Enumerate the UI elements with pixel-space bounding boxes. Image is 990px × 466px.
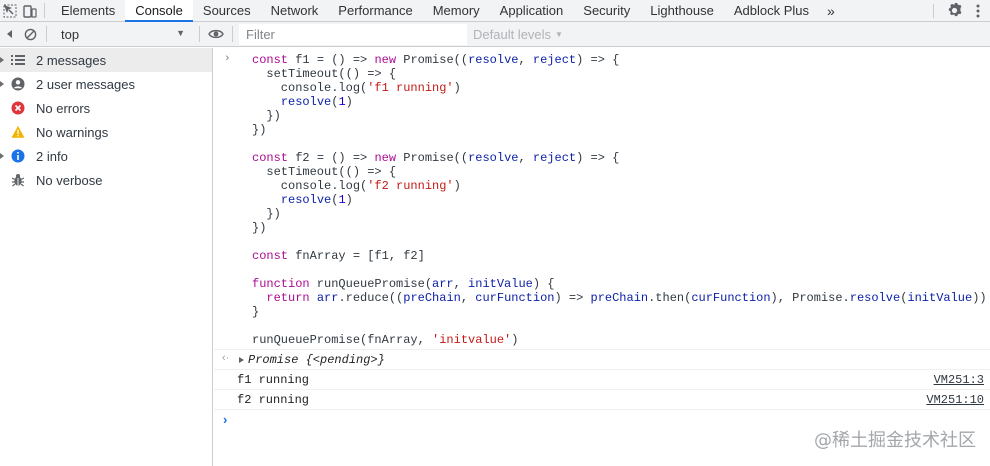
tabbar-right-controls bbox=[933, 0, 990, 21]
device-toolbar-icon[interactable] bbox=[20, 0, 40, 21]
console-input-echo: › const f1 = () => new Promise((resolve,… bbox=[214, 48, 990, 350]
log-row: f2 running VM251:10 bbox=[214, 390, 990, 410]
sidebar-item-warnings[interactable]: No warnings bbox=[0, 120, 212, 144]
watermark: @稀土掘金技术社区 bbox=[814, 430, 976, 451]
tab-network[interactable]: Network bbox=[261, 0, 329, 21]
tabbar-separator bbox=[44, 3, 45, 18]
settings-gear-icon[interactable] bbox=[942, 3, 966, 18]
info-icon bbox=[11, 149, 25, 163]
caret-down-icon: ▼ bbox=[176, 27, 185, 38]
console-output[interactable]: › const f1 = () => new Promise((resolve,… bbox=[214, 48, 990, 466]
tab-sources[interactable]: Sources bbox=[193, 0, 261, 21]
tab-lighthouse[interactable]: Lighthouse bbox=[640, 0, 724, 21]
expand-arrow-icon[interactable] bbox=[0, 153, 4, 159]
tab-performance[interactable]: Performance bbox=[328, 0, 422, 21]
inspect-element-icon[interactable] bbox=[0, 0, 20, 21]
sidebar-item-label: No errors bbox=[36, 101, 91, 116]
source-code: const f1 = () => new Promise((resolve, r… bbox=[252, 53, 987, 347]
caret-down-icon: ▼ bbox=[555, 29, 563, 39]
log-source-link[interactable]: VM251:3 bbox=[934, 373, 984, 387]
bug-icon bbox=[11, 173, 25, 187]
tab-security[interactable]: Security bbox=[573, 0, 640, 21]
log-message: f2 running bbox=[237, 393, 310, 407]
console-toolbar: top ▼ Default levels ▼ bbox=[0, 22, 990, 47]
toolbar-separator bbox=[46, 26, 47, 42]
warning-icon bbox=[11, 125, 25, 139]
log-row: f1 running VM251:3 bbox=[214, 370, 990, 390]
eye-icon[interactable] bbox=[206, 22, 226, 47]
sidebar-item-messages[interactable]: 2 messages bbox=[0, 48, 212, 72]
result-row: ‹· Promise {<pending>} bbox=[214, 350, 990, 370]
console-prompt-icon: › bbox=[223, 412, 228, 427]
result-value[interactable]: Promise {<pending>} bbox=[248, 353, 385, 367]
sidebar-item-label: 2 messages bbox=[36, 53, 107, 68]
more-tabs-button[interactable]: » bbox=[819, 0, 843, 21]
user-icon bbox=[11, 77, 25, 91]
filter-input[interactable] bbox=[239, 23, 467, 45]
devtools-tabbar: Elements Console Sources Network Performance… bbox=[0, 0, 990, 22]
sidebar-item-label: No verbose bbox=[36, 173, 103, 188]
tab-application[interactable]: Application bbox=[490, 0, 574, 21]
sidebar-item-label: No warnings bbox=[36, 125, 109, 140]
tab-console[interactable]: Console bbox=[125, 0, 193, 22]
log-message: f1 running bbox=[237, 373, 310, 387]
sidebar-item-label: 2 info bbox=[36, 149, 68, 164]
expand-arrow-icon[interactable] bbox=[0, 57, 4, 63]
expand-arrow-icon[interactable] bbox=[0, 81, 4, 87]
error-icon bbox=[11, 101, 25, 115]
toolbar-separator bbox=[199, 26, 200, 42]
tab-memory[interactable]: Memory bbox=[423, 0, 490, 21]
tabbar-separator bbox=[933, 3, 934, 18]
expand-arrow-icon[interactable] bbox=[239, 357, 244, 363]
input-echo-prompt: › bbox=[224, 53, 231, 65]
sidebar-item-verbose[interactable]: No verbose bbox=[0, 168, 212, 192]
context-selector[interactable]: top ▼ bbox=[53, 24, 193, 45]
sidebar-item-info[interactable]: 2 info bbox=[0, 144, 212, 168]
sidebar-item-label: 2 user messages bbox=[36, 77, 135, 92]
tab-adblock-plus[interactable]: Adblock Plus bbox=[724, 0, 819, 21]
context-selector-value: top bbox=[61, 26, 80, 42]
sidebar-toggle-icon[interactable] bbox=[0, 22, 20, 47]
tab-elements[interactable]: Elements bbox=[51, 0, 125, 21]
log-levels-label: Default levels bbox=[473, 26, 552, 42]
log-source-link[interactable]: VM251:10 bbox=[926, 393, 984, 407]
more-options-icon[interactable] bbox=[966, 4, 990, 18]
return-value-icon: ‹· bbox=[222, 352, 230, 364]
list-icon bbox=[11, 53, 25, 67]
clear-console-icon[interactable] bbox=[20, 22, 40, 47]
log-levels-dropdown[interactable]: Default levels ▼ bbox=[473, 27, 563, 42]
console-sidebar: 2 messages 2 user messages No errors No … bbox=[0, 48, 213, 466]
sidebar-item-errors[interactable]: No errors bbox=[0, 96, 212, 120]
tab-list: Elements Console Sources Network Performance… bbox=[51, 0, 819, 22]
toolbar-separator bbox=[232, 26, 233, 42]
sidebar-item-user-messages[interactable]: 2 user messages bbox=[0, 72, 212, 96]
